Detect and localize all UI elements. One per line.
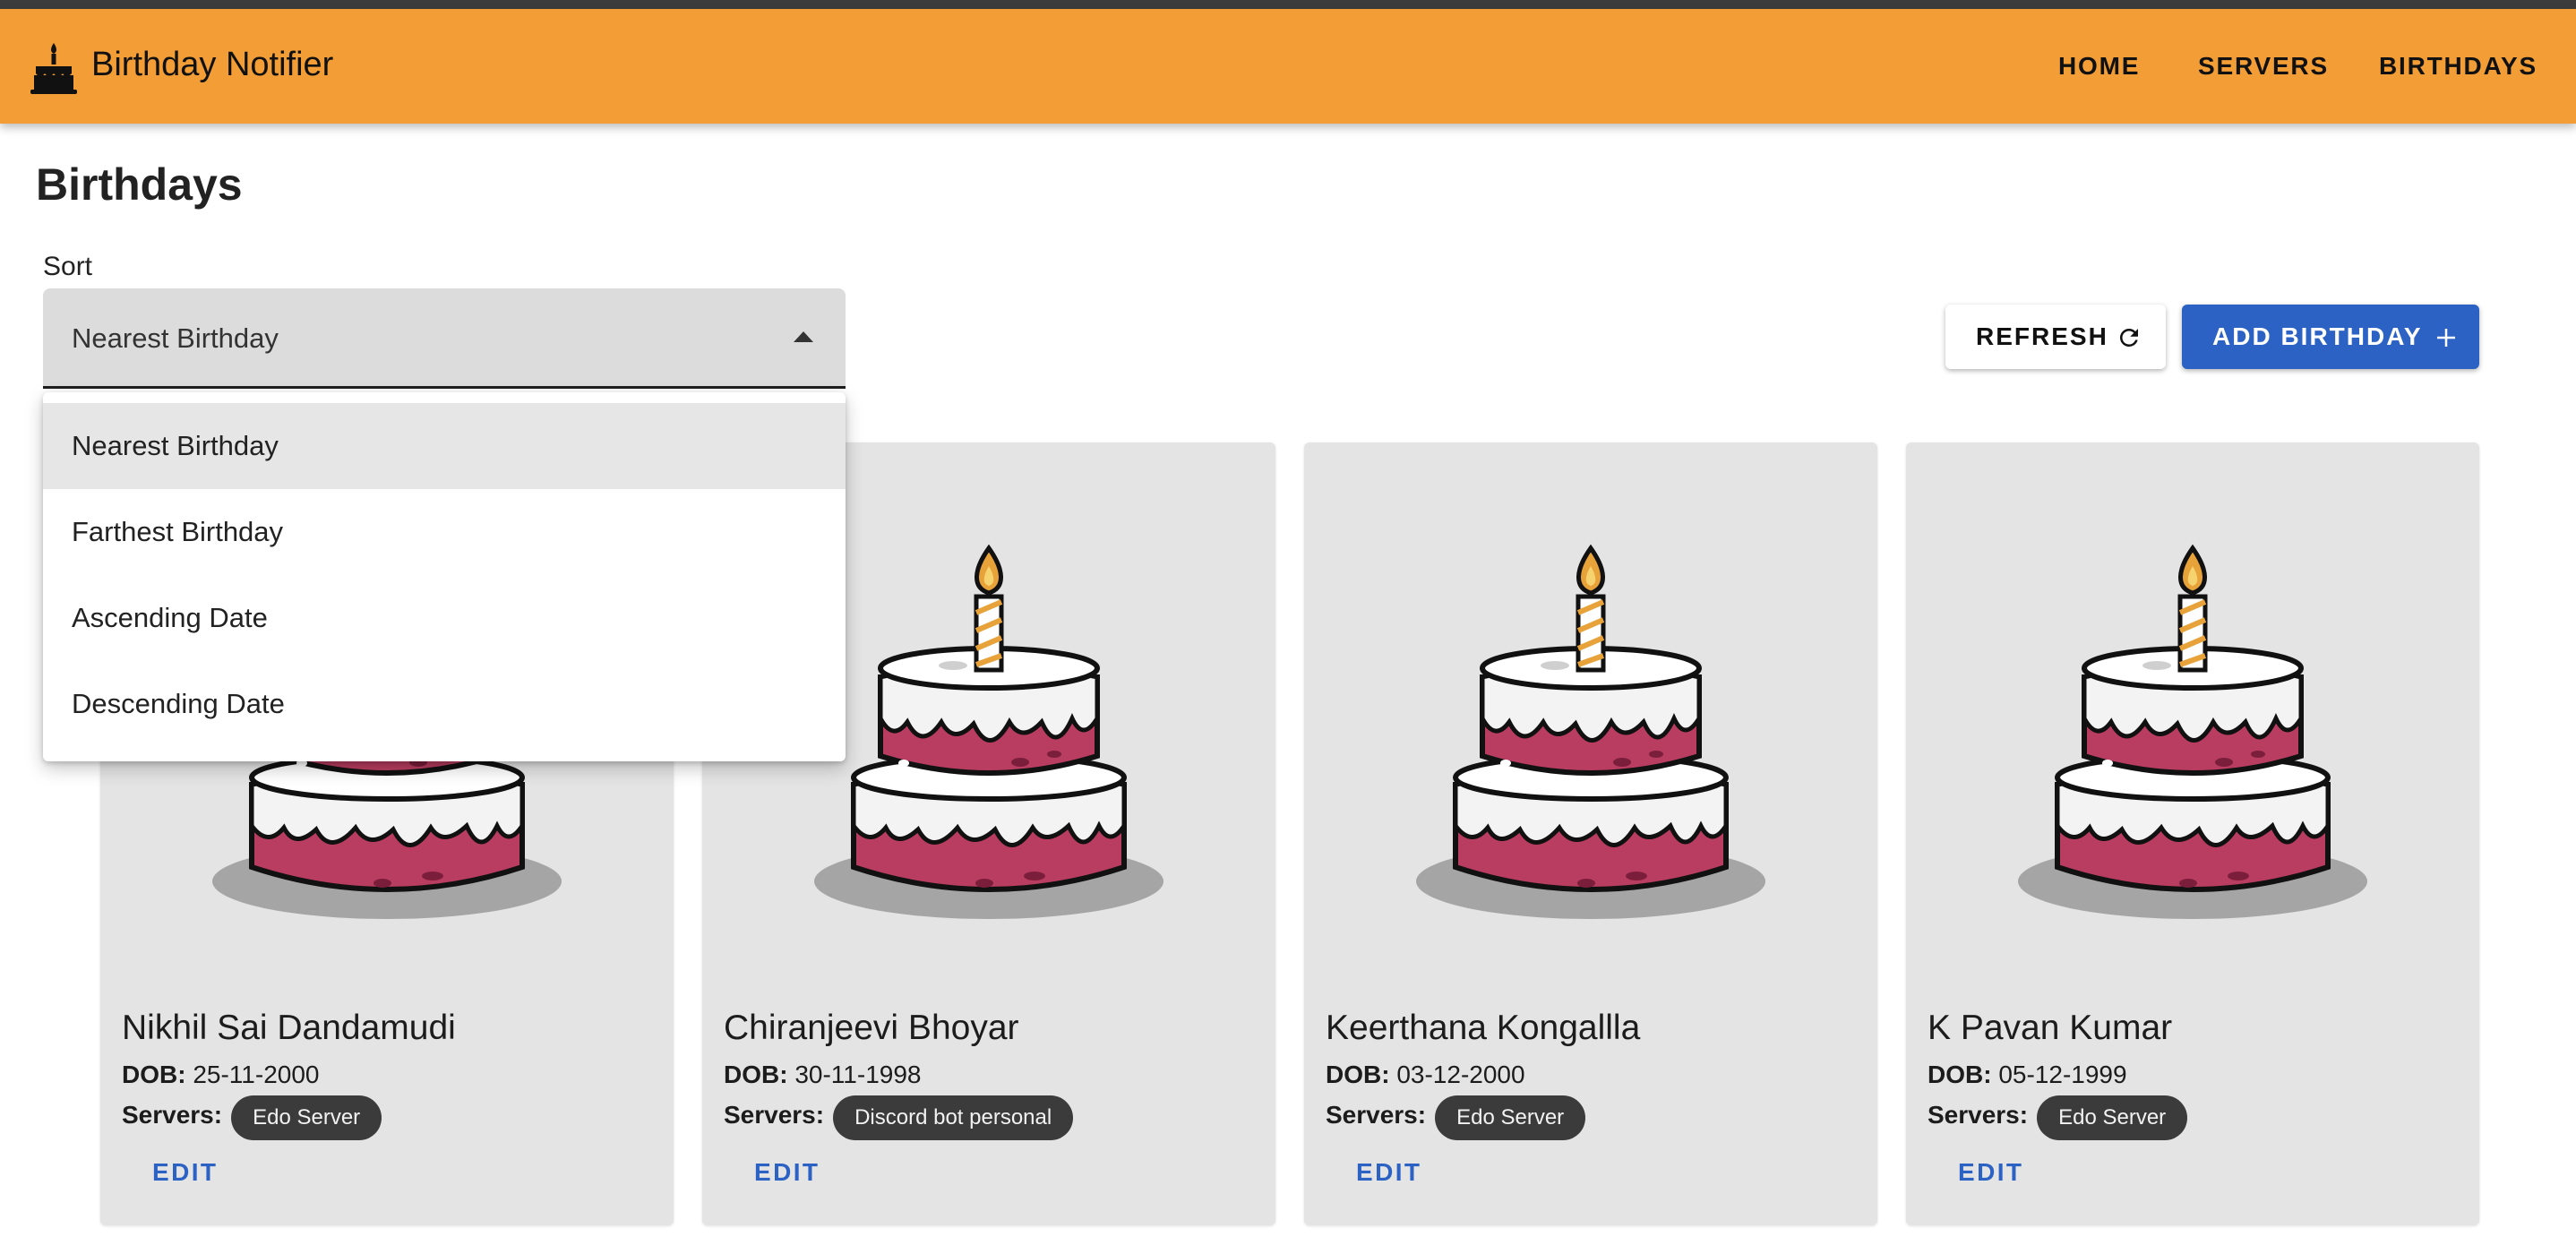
edit-button[interactable]: EDIT xyxy=(1936,1150,2045,1195)
sort-option-farthest[interactable]: Farthest Birthday xyxy=(43,489,846,575)
dob-value: 05-12-1999 xyxy=(1998,1061,2127,1088)
birthday-card: Keerthana Kongallla DOB: 03-12-2000 Serv… xyxy=(1304,442,1877,1225)
page-title: Birthdays xyxy=(36,159,243,210)
dob-label: DOB: xyxy=(1326,1061,1390,1088)
server-chip: Edo Server xyxy=(1435,1095,1586,1140)
plus-icon xyxy=(2437,329,2455,347)
nav-home[interactable]: HOME xyxy=(2058,48,2140,84)
card-servers: Servers: Edo Server xyxy=(1326,1095,1586,1141)
refresh-button[interactable]: REFRESH xyxy=(1945,305,2166,369)
servers-label: Servers: xyxy=(1928,1101,2029,1129)
nav-servers[interactable]: SERVERS xyxy=(2198,48,2329,84)
card-name: Chiranjeevi Bhoyar xyxy=(724,1009,1019,1047)
refresh-icon xyxy=(2119,328,2138,347)
sort-option-ascending[interactable]: Ascending Date xyxy=(43,575,846,661)
add-birthday-button-label: ADD BIRTHDAY xyxy=(2212,322,2423,350)
sort-option-nearest[interactable]: Nearest Birthday xyxy=(43,403,846,489)
card-servers: Servers: Discord bot personal xyxy=(724,1095,1074,1141)
dob-value: 30-11-1998 xyxy=(794,1061,922,1088)
card-servers: Servers: Edo Server xyxy=(122,1095,382,1141)
edit-button[interactable]: EDIT xyxy=(131,1150,239,1195)
card-dob: DOB: 30-11-1998 xyxy=(724,1059,921,1091)
servers-label: Servers: xyxy=(122,1101,223,1129)
sort-select[interactable]: Nearest Birthday xyxy=(43,288,846,389)
sort-label: Sort xyxy=(43,252,93,281)
cake-image xyxy=(814,543,1163,919)
edit-button[interactable]: EDIT xyxy=(733,1150,841,1195)
dob-value: 03-12-2000 xyxy=(1396,1061,1525,1088)
card-dob: DOB: 05-12-1999 xyxy=(1928,1059,2127,1091)
window-top-strip xyxy=(0,0,2576,9)
server-chip: Edo Server xyxy=(2037,1095,2188,1140)
dob-value: 25-11-2000 xyxy=(193,1061,320,1088)
servers-label: Servers: xyxy=(724,1101,825,1129)
sort-select-value: Nearest Birthday xyxy=(72,322,279,354)
dob-label: DOB: xyxy=(724,1061,788,1088)
add-birthday-button[interactable]: ADD BIRTHDAY xyxy=(2182,305,2479,369)
card-name: Keerthana Kongallla xyxy=(1326,1009,1641,1047)
card-name: Nikhil Sai Dandamudi xyxy=(122,1009,456,1047)
sort-option-descending[interactable]: Descending Date xyxy=(43,661,846,747)
dob-label: DOB: xyxy=(1928,1061,1992,1088)
app-title: Birthday Notifier xyxy=(91,46,334,83)
cake-image xyxy=(1416,543,1765,919)
card-dob: DOB: 25-11-2000 xyxy=(122,1059,319,1091)
cake-icon xyxy=(30,43,77,94)
birthday-card: K Pavan Kumar DOB: 05-12-1999 Servers: E… xyxy=(1906,442,2479,1225)
card-name: K Pavan Kumar xyxy=(1928,1009,2173,1047)
server-chip: Edo Server xyxy=(231,1095,382,1140)
card-dob: DOB: 03-12-2000 xyxy=(1326,1059,1525,1091)
refresh-button-label: REFRESH xyxy=(1976,322,2108,350)
servers-label: Servers: xyxy=(1326,1101,1427,1129)
server-chip: Discord bot personal xyxy=(833,1095,1074,1140)
nav-birthdays[interactable]: BIRTHDAYS xyxy=(2379,48,2537,84)
card-servers: Servers: Edo Server xyxy=(1928,1095,2188,1141)
cake-image xyxy=(2018,543,2367,919)
edit-button[interactable]: EDIT xyxy=(1335,1150,1443,1195)
dob-label: DOB: xyxy=(122,1061,186,1088)
app-bar: Birthday Notifier HOME SERVERS BIRTHDAYS xyxy=(0,9,2576,124)
sort-dropdown-menu: Nearest Birthday Farthest Birthday Ascen… xyxy=(43,392,846,761)
caret-up-icon xyxy=(794,331,813,342)
